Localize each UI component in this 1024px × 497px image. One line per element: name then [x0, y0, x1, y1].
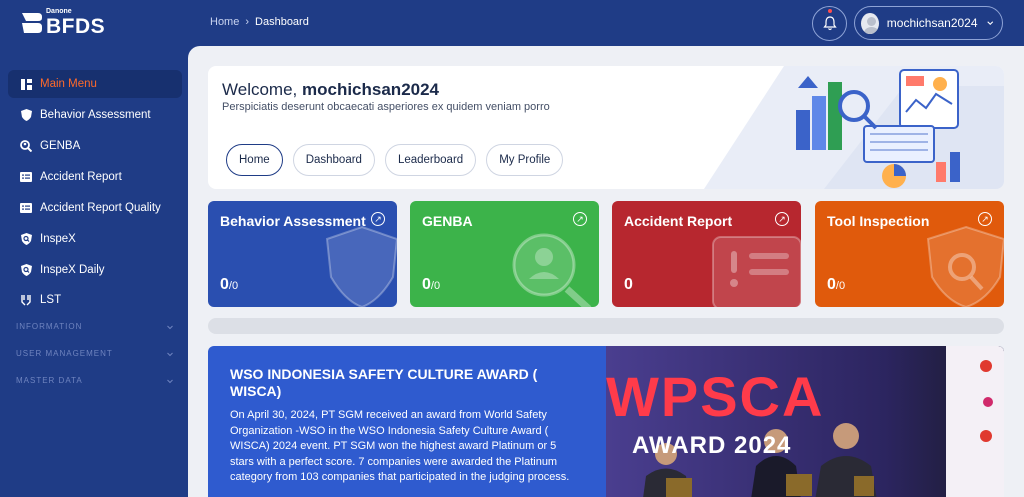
report-icon: [712, 236, 801, 307]
shield-icon: [20, 109, 32, 121]
sidebar: Main Menu Behavior Assessment GENBA Acci…: [0, 46, 188, 497]
news-text: WSO INDONESIA SAFETY CULTURE AWARD ( WIS…: [230, 366, 580, 486]
tab-home[interactable]: Home: [226, 144, 283, 176]
sidebar-item-label: InspeX Daily: [40, 264, 105, 276]
sidebar-section-information[interactable]: INFORMATION: [16, 322, 174, 331]
card-value: 0/0: [422, 276, 441, 293]
news-body: On April 30, 2024, PT SGM received an aw…: [230, 409, 570, 483]
breadcrumb-current: Dashboard: [255, 16, 309, 28]
logo-mark-icon: [22, 13, 42, 33]
app-logo[interactable]: Danone BFDS: [20, 8, 120, 40]
sidebar-item-inspex[interactable]: InspeX: [8, 225, 182, 253]
sidebar-item-label: Main Menu: [40, 78, 97, 90]
arrow-up-right-icon[interactable]: ↗: [573, 212, 587, 226]
sidebar-item-label: Accident Report Quality: [40, 202, 161, 214]
arrow-up-right-icon[interactable]: ↗: [371, 212, 385, 226]
loading-placeholder: [208, 318, 1004, 334]
report-icon: [20, 202, 32, 214]
sidebar-item-main-menu[interactable]: Main Menu: [8, 70, 182, 98]
card-tool-inspection[interactable]: Tool Inspection ↗ 0/0: [815, 201, 1004, 307]
sidebar-item-behavior-assessment[interactable]: Behavior Assessment: [8, 101, 182, 129]
shield-icon: [325, 225, 397, 307]
sidebar-item-inspex-daily[interactable]: InspeX Daily: [8, 256, 182, 284]
card-accident-report[interactable]: Accident Report ↗ 0: [612, 201, 801, 307]
logo-name: BFDS: [46, 15, 106, 38]
sidebar-section-user-management[interactable]: USER MANAGEMENT: [16, 349, 174, 358]
arrow-up-right-icon[interactable]: ↗: [978, 212, 992, 226]
avatar: [861, 12, 879, 34]
report-icon: [20, 171, 32, 183]
breadcrumb-home[interactable]: Home: [210, 16, 239, 28]
welcome-subtitle: Perspiciatis deserunt obcaecati asperior…: [222, 101, 550, 113]
hands-icon: [20, 294, 32, 306]
card-title: Tool Inspection: [827, 213, 930, 229]
sidebar-item-label: Behavior Assessment: [40, 109, 151, 121]
sidebar-item-lst[interactable]: LST: [8, 286, 182, 314]
sidebar-item-accident-report[interactable]: Accident Report: [8, 163, 182, 191]
section-label: INFORMATION: [16, 322, 83, 331]
welcome-username: mochichsan2024: [302, 80, 440, 99]
sidebar-item-label: InspeX: [40, 233, 76, 245]
sidebar-section-master-data[interactable]: MASTER DATA: [16, 376, 174, 385]
card-behavior-assessment[interactable]: Behavior Assessment ↗ 0/0: [208, 201, 397, 307]
arrow-up-right-icon[interactable]: ↗: [775, 212, 789, 226]
welcome-heading: Welcome, mochichsan2024: [222, 80, 439, 100]
tab-my-profile[interactable]: My Profile: [486, 144, 564, 176]
welcome-panel: Welcome, mochichsan2024 Perspiciatis des…: [208, 66, 1004, 189]
section-label: USER MANAGEMENT: [16, 349, 113, 358]
top-bar: Danone BFDS Home › Dashboard mochichsan2…: [0, 0, 1024, 46]
news-title: WSO INDONESIA SAFETY CULTURE AWARD ( WIS…: [230, 366, 538, 399]
search-person-icon: [512, 233, 592, 307]
photo-year-text: AWARD 2024: [632, 432, 792, 459]
card-title: GENBA: [422, 213, 473, 229]
sidebar-item-label: GENBA: [40, 140, 81, 152]
sidebar-item-accident-report-quality[interactable]: Accident Report Quality: [8, 194, 182, 222]
sidebar-item-label: LST: [40, 294, 62, 306]
bell-icon: [822, 16, 837, 31]
shield-search-icon: [20, 233, 32, 245]
notification-dot: [828, 9, 832, 13]
chevron-down-icon: [986, 21, 993, 26]
card-title: Accident Report: [624, 213, 733, 229]
chevron-down-icon: [167, 379, 173, 383]
news-photo: WPSCA AWARD 2024: [606, 346, 1004, 497]
main-content: Welcome, mochichsan2024 Perspiciatis des…: [188, 46, 1024, 497]
chevron-right-icon: ›: [245, 16, 250, 28]
logo-brand: Danone: [46, 8, 72, 15]
photo-banner-text: WPSCA: [606, 365, 825, 428]
sidebar-item-genba[interactable]: GENBA: [8, 132, 182, 160]
shield-search-icon: [20, 264, 32, 276]
sidebar-item-label: Accident Report: [40, 171, 122, 183]
welcome-tabs: Home Dashboard Leaderboard My Profile: [226, 144, 564, 176]
card-value: 0: [624, 276, 633, 293]
stats-cards: Behavior Assessment ↗ 0/0 GENBA ↗ 0/0 Ac…: [208, 201, 1004, 307]
user-name: mochichsan2024: [886, 16, 978, 30]
welcome-greeting: Welcome,: [222, 80, 298, 99]
grid-icon: [20, 78, 32, 90]
chevron-down-icon: [167, 325, 173, 329]
notifications-button[interactable]: [812, 6, 847, 41]
tab-dashboard[interactable]: Dashboard: [292, 144, 375, 176]
card-title: Behavior Assessment: [220, 213, 366, 229]
card-value: 0/0: [827, 276, 846, 293]
analytics-illustration: [704, 66, 1004, 189]
user-menu-button[interactable]: mochichsan2024: [854, 6, 1003, 40]
card-genba[interactable]: GENBA ↗ 0/0: [410, 201, 599, 307]
chevron-down-icon: [167, 352, 173, 356]
news-banner[interactable]: WSO INDONESIA SAFETY CULTURE AWARD ( WIS…: [208, 346, 1004, 497]
search-person-icon: [20, 140, 32, 152]
card-value: 0/0: [220, 276, 239, 293]
shield-search-icon: [926, 225, 1004, 307]
breadcrumb: Home › Dashboard: [210, 16, 309, 28]
tab-leaderboard[interactable]: Leaderboard: [384, 144, 477, 176]
section-label: MASTER DATA: [16, 376, 83, 385]
